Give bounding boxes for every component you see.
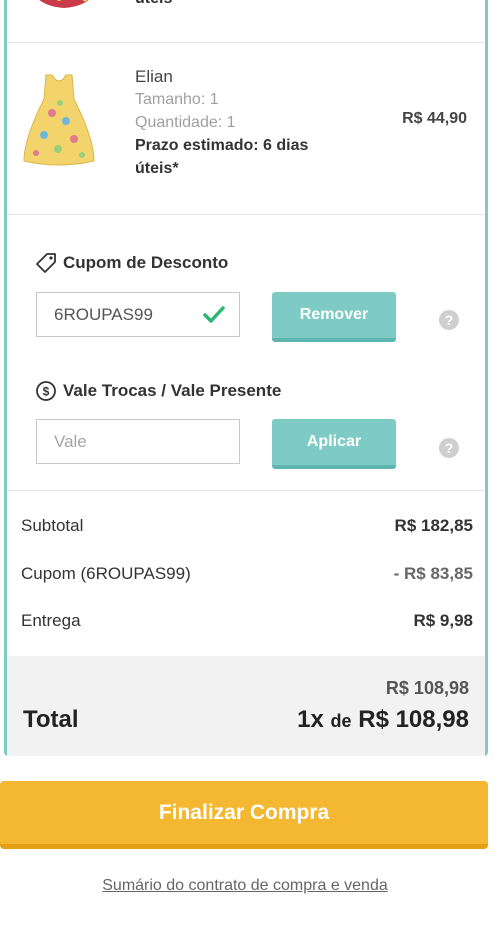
subtotal-value: R$ 182,85 [394,516,473,535]
apply-voucher-button[interactable]: Aplicar [272,419,396,469]
coupon-discount-value: - R$ 83,85 [393,564,473,583]
coupon-input-value: 6ROUPAS99 [54,304,153,324]
installments: 1x [297,706,324,733]
product-info: Elian Tamanho: 1 Quantidade: 1 Prazo est… [135,65,355,180]
divider [7,490,485,491]
voucher-input-placeholder: Vale [54,431,87,451]
coupon-discount-label: Cupom (6ROUPAS99) [21,564,191,583]
product-quantity: Quantidade: 1 [135,114,236,131]
delivery-label: Entrega [21,611,81,630]
product-price: R$ 44,90 [402,110,467,127]
contract-summary-link[interactable]: Sumário do contrato de compra e venda [0,877,490,895]
total-amount: R$ 108,98 [358,706,469,733]
finalize-purchase-button[interactable]: Finalizar Compra [0,781,488,849]
cart-item: úteis* [7,0,485,43]
coupon-input[interactable]: 6ROUPAS99 [36,292,240,337]
installments-de: de [330,711,352,731]
checkmark-icon [203,306,225,323]
delivery-deadline: Prazo estimado: 6 dias úteis* [135,137,309,177]
subtotal-row: Subtotal R$ 182,85 [21,516,473,536]
product-thumbnail [39,0,89,8]
voucher-help-icon[interactable]: ? [439,438,459,458]
cart-item: Elian Tamanho: 1 Quantidade: 1 Prazo est… [7,43,485,215]
delivery-value: R$ 9,98 [413,611,473,630]
svg-text:$: $ [43,385,50,399]
delivery-row: Entrega R$ 9,98 [21,611,473,631]
voucher-title: $ Vale Trocas / Vale Presente [35,380,281,402]
remove-coupon-button[interactable]: Remover [272,292,396,342]
product-name: Elian [135,67,173,86]
total-reference-value: R$ 108,98 [385,678,469,698]
dollar-circle-icon: $ [36,381,56,401]
total-value: 1x de R$ 108,98 [297,706,469,734]
coupon-title: Cupom de Desconto [35,252,228,274]
subtotal-label: Subtotal [21,516,84,535]
voucher-title-label: Vale Trocas / Vale Presente [63,381,282,400]
product-thumbnail [23,74,95,166]
total-box: R$ 108,98 Total 1x de R$ 108,98 [7,656,485,756]
delivery-deadline-partial: úteis* [135,0,179,10]
voucher-input[interactable]: Vale [36,419,240,464]
coupon-title-label: Cupom de Desconto [63,253,229,272]
coupon-discount-row: Cupom (6ROUPAS99) - R$ 83,85 [21,564,473,584]
tag-icon [36,253,56,273]
coupon-help-icon[interactable]: ? [439,310,459,330]
total-label: Total [23,706,79,733]
product-size: Tamanho: 1 [135,91,219,108]
cart-panel: úteis* Elian Tamanho: 1 Quantidade: 1 Pr… [4,0,488,756]
